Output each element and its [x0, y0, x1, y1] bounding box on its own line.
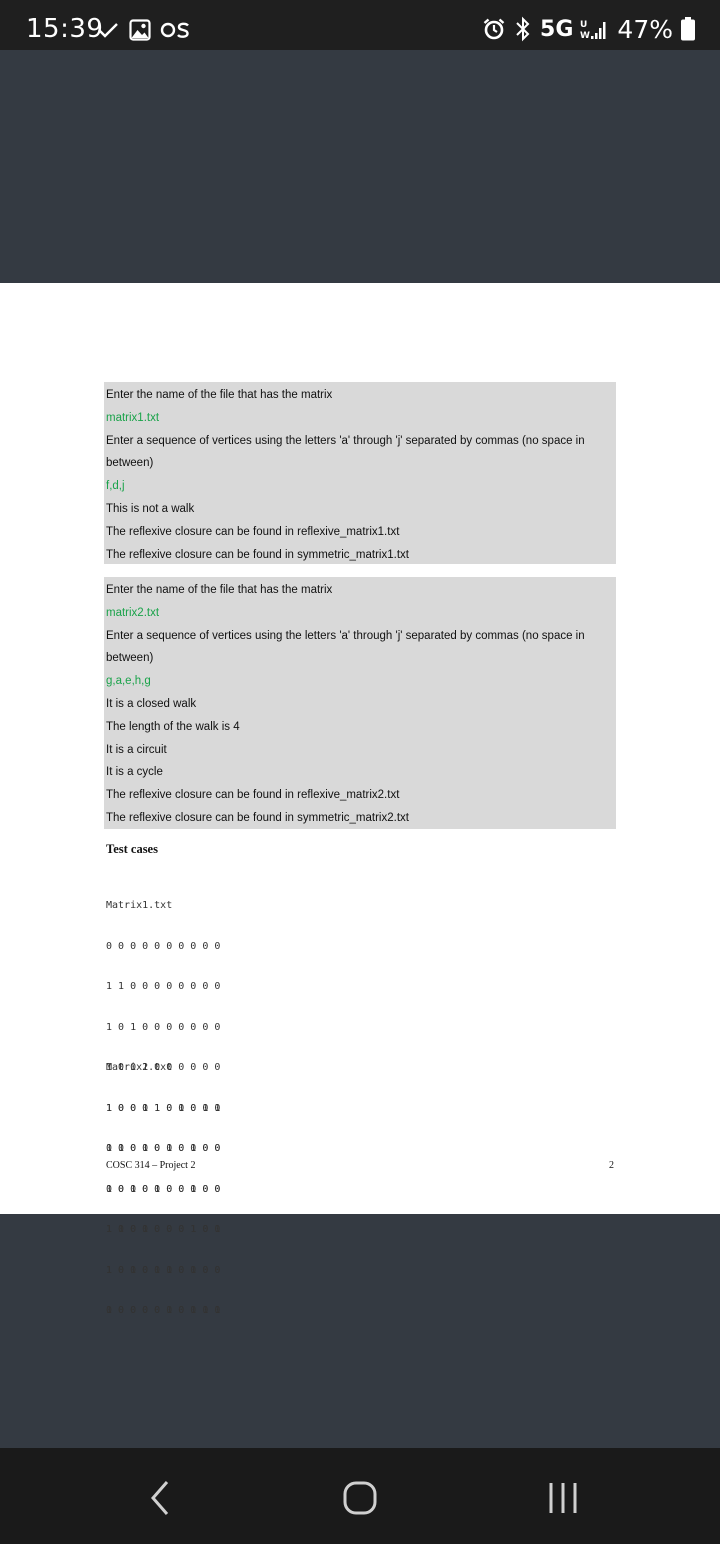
console-input: f,d,j [106, 480, 125, 493]
page-number: 2 [609, 1160, 614, 1171]
console-line: It is a circuit [106, 743, 167, 756]
console-line: Enter a sequence of vertices using the l… [106, 434, 585, 470]
test-cases-heading: Test cases [106, 842, 158, 856]
matrix-row: 0 0 0 0 0 0 0 0 0 0 [106, 940, 221, 952]
console-input: matrix1.txt [106, 411, 160, 424]
check-icon [98, 23, 118, 38]
console-input: matrix2.txt [106, 606, 160, 619]
matrix-row: 0 0 0 0 0 1 0 1 1 0 [106, 1305, 221, 1316]
matrix-row: 1 0 0 1 1 0 1 0 1 1 [106, 1102, 221, 1114]
matrix-title: Matrix1.txt [106, 900, 173, 911]
console-line: Enter a sequence of vertices using the l… [106, 629, 585, 665]
notification-icons [96, 17, 190, 43]
back-button[interactable] [130, 1476, 190, 1520]
svg-text:U: U [580, 20, 587, 30]
gallery-icon [129, 19, 151, 41]
matrix-row: 0 0 1 0 1 0 0 1 0 0 [106, 1183, 221, 1195]
battery-percent: 47% [617, 14, 673, 44]
battery-icon [681, 17, 695, 41]
back-icon [151, 1481, 169, 1515]
console-line: The reflexive closure can be found in re… [106, 525, 400, 538]
svg-text:W: W [580, 31, 590, 41]
matrix2-listing: Matrix2.txt 1 0 0 1 1 0 1 0 1 1 0 1 0 1 … [106, 1034, 220, 1345]
document-page: Enter the name of the file that has the … [0, 283, 720, 1316]
signal-icon: U W [580, 20, 606, 41]
alarm-icon [483, 18, 505, 40]
console-line: This is not a walk [106, 502, 195, 515]
bluetooth-icon [516, 16, 530, 42]
matrix-row: 1 1 0 1 0 0 0 1 0 1 [106, 1224, 221, 1235]
matrix-row: 1 0 1 0 1 0 0 1 0 0 [106, 1264, 221, 1276]
console-line: The reflexive closure can be found in re… [106, 789, 400, 802]
home-icon [343, 1481, 377, 1515]
matrix-row: 1 0 1 0 0 0 0 0 0 0 [106, 1021, 221, 1033]
page-footer-course: COSC 314 – Project 2 [106, 1160, 196, 1171]
console-line: It is a cycle [106, 766, 163, 779]
system-status: 5G U W 47% [482, 14, 696, 44]
navigation-bar [0, 1448, 720, 1544]
os-icon [160, 22, 189, 38]
recents-icon [549, 1483, 577, 1513]
recents-button[interactable] [533, 1476, 593, 1520]
console-output-1: Enter the name of the file that has the … [104, 382, 616, 564]
console-output-2: Enter the name of the file that has the … [104, 577, 616, 829]
console-line: The reflexive closure can be found in sy… [106, 811, 409, 824]
console-line: Enter the name of the file that has the … [106, 584, 333, 596]
home-button[interactable] [330, 1476, 390, 1520]
matrix-row: 0 1 0 1 0 0 0 1 0 0 [106, 1143, 221, 1154]
console-line: Enter the name of the file that has the … [106, 389, 333, 401]
console-line: The length of the walk is 4 [106, 720, 240, 733]
console-input: g,a,e,h,g [106, 675, 151, 688]
matrix-title: Matrix2.txt [106, 1062, 173, 1073]
network-type: 5G [540, 16, 574, 42]
matrix-row: 1 1 0 0 0 0 0 0 0 0 [106, 981, 221, 992]
console-line: The reflexive closure can be found in sy… [106, 548, 409, 561]
console-line: It is a closed walk [106, 697, 197, 710]
status-time: 15:39 [26, 14, 104, 44]
status-bar: 15:39 5G U W 47% [0, 0, 720, 50]
